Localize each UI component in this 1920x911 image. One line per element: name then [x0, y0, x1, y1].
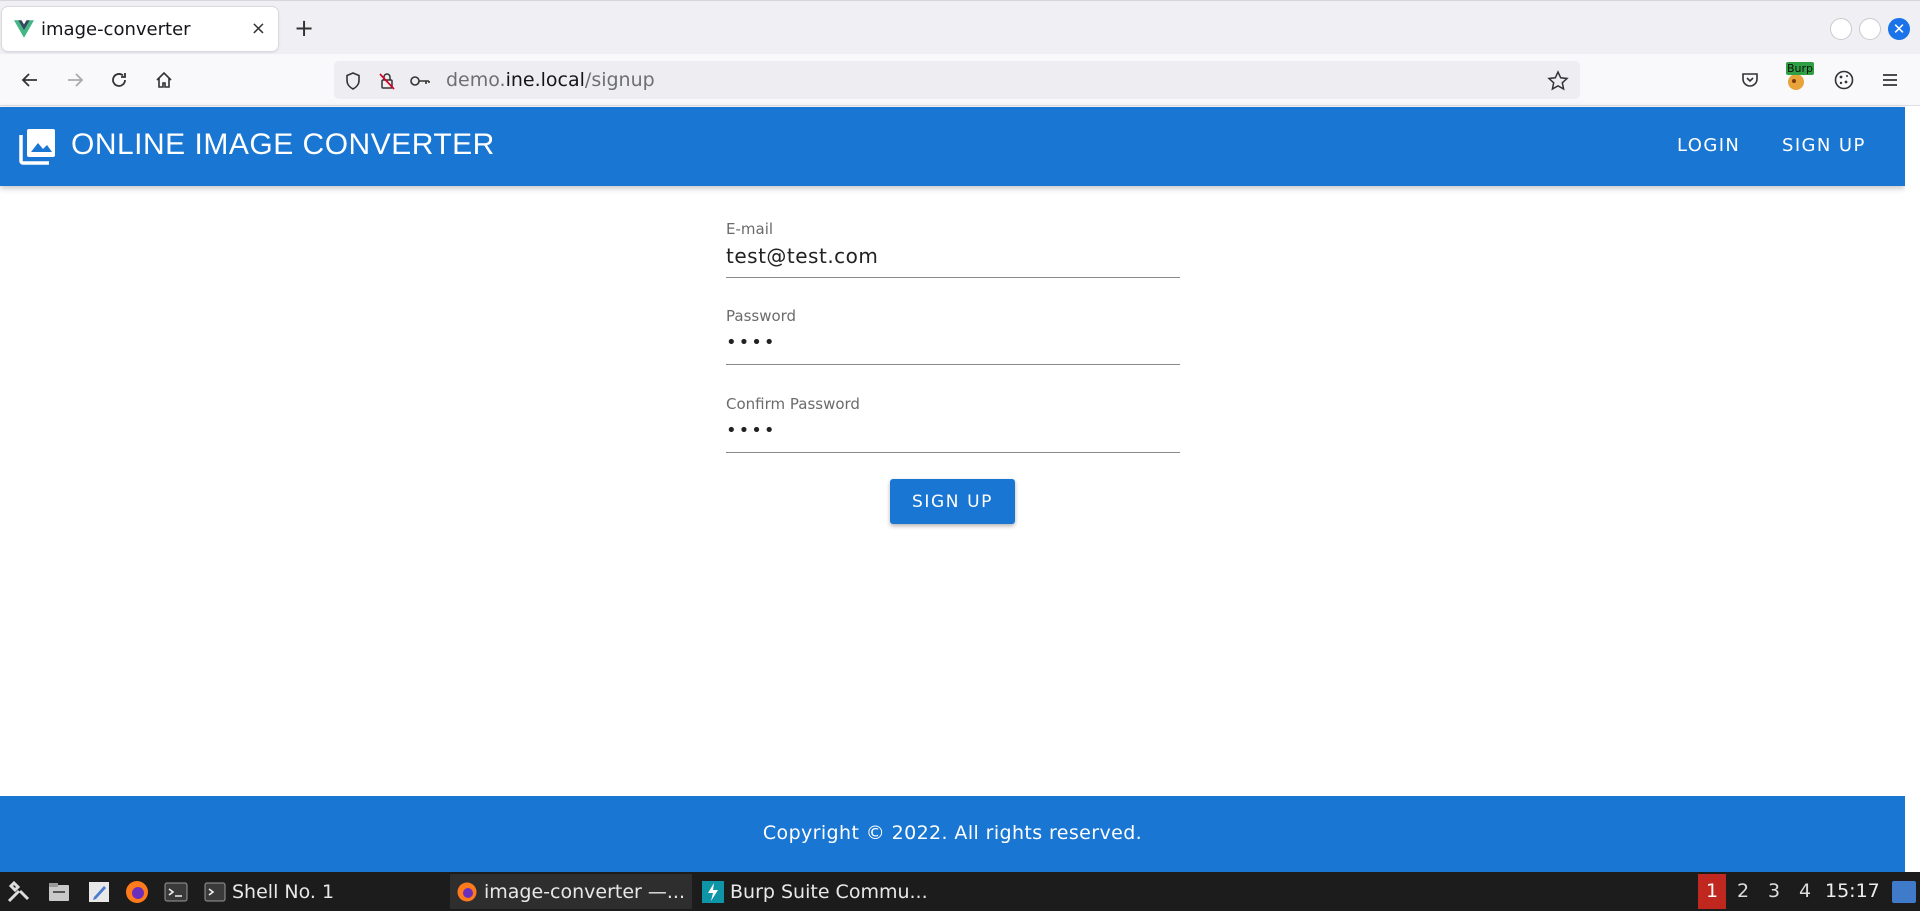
kali-menu-icon[interactable]: [6, 879, 32, 905]
confirm-password-label: Confirm Password: [726, 395, 860, 413]
workspace-1[interactable]: 1: [1698, 874, 1726, 909]
reload-icon: [112, 73, 126, 87]
taskbar-item-label: image-converter —...: [484, 880, 686, 903]
workspace-3[interactable]: 3: [1760, 874, 1788, 909]
tab-close-icon[interactable]: ×: [251, 18, 266, 40]
browser-toolbar: demo.ine.local/signup Burp: [0, 54, 1920, 106]
email-input[interactable]: test@test.com: [726, 244, 1180, 268]
taskbar-item-shell[interactable]: Shell No. 1: [204, 874, 444, 909]
workspace-2[interactable]: 2: [1729, 874, 1757, 909]
copyright-text: Copyright © 2022. All rights reserved.: [762, 822, 1143, 844]
confirm-password-input[interactable]: ••••: [726, 420, 1180, 441]
notification-icon[interactable]: [1892, 881, 1916, 903]
vue-logo-icon: [14, 20, 34, 38]
cookie-icon: [1834, 70, 1854, 90]
bookmark-star-icon[interactable]: [1547, 70, 1569, 92]
file-manager-icon[interactable]: [46, 879, 72, 905]
address-bar[interactable]: demo.ine.local/signup: [334, 61, 1580, 99]
window-minimize-button[interactable]: [1830, 18, 1852, 40]
key-icon[interactable]: [409, 70, 431, 92]
pocket-button[interactable]: [1736, 66, 1764, 94]
window-maximize-button[interactable]: [1859, 18, 1881, 40]
nav-signup-link[interactable]: SIGN UP: [1782, 135, 1866, 156]
cookie-extension-button[interactable]: [1830, 66, 1858, 94]
app-menu-button[interactable]: [1876, 66, 1904, 94]
confirm-password-field[interactable]: Confirm Password ••••: [726, 395, 1180, 453]
home-icon: [156, 71, 172, 88]
password-input[interactable]: ••••: [726, 332, 1180, 353]
nav-login-link[interactable]: LOGIN: [1677, 135, 1740, 156]
app-title: ONLINE IMAGE CONVERTER: [71, 128, 495, 161]
taskbar-item-label: Burp Suite Commu...: [730, 880, 928, 903]
taskbar-item-burp[interactable]: Burp Suite Commu...: [702, 874, 952, 909]
text-editor-icon[interactable]: [86, 879, 112, 905]
arrow-right-icon: [68, 73, 84, 87]
terminal-icon: [204, 882, 226, 901]
new-tab-button[interactable]: +: [294, 15, 314, 41]
os-taskbar: Shell No. 1 image-converter —... Burp Su…: [0, 872, 1920, 911]
taskbar-item-firefox[interactable]: image-converter —...: [450, 874, 692, 909]
arrow-left-icon: [21, 73, 37, 87]
firefox-icon: [457, 882, 477, 901]
image-gallery-icon: [19, 129, 55, 165]
page-scrollbar[interactable]: [1905, 107, 1920, 872]
password-field[interactable]: Password ••••: [726, 307, 1180, 365]
insecure-lock-icon[interactable]: [376, 70, 398, 92]
firefox-icon[interactable]: [124, 879, 150, 905]
taskbar-clock: 15:17: [1825, 880, 1880, 902]
back-button[interactable]: [16, 66, 44, 94]
burp-suite-icon: [702, 880, 724, 903]
forward-button[interactable]: [61, 66, 89, 94]
browser-tab-active[interactable]: image-converter ×: [2, 7, 278, 51]
url-text[interactable]: demo.ine.local/signup: [446, 69, 655, 91]
password-label: Password: [726, 307, 797, 325]
shield-icon[interactable]: [342, 70, 364, 92]
app-footer: Copyright © 2022. All rights reserved.: [0, 796, 1905, 872]
pocket-icon: [1742, 73, 1758, 87]
taskbar-item-label: Shell No. 1: [232, 880, 335, 903]
burp-label: Burp: [1786, 62, 1815, 75]
window-close-button[interactable]: ✕: [1888, 18, 1910, 40]
hamburger-menu-icon: [1883, 74, 1897, 86]
browser-tab-strip: image-converter × + ✕: [0, 0, 1920, 54]
signup-submit-button[interactable]: SIGN UP: [890, 479, 1015, 524]
workspace-4[interactable]: 4: [1791, 874, 1819, 909]
home-button[interactable]: [150, 66, 178, 94]
email-label: E-mail: [726, 220, 774, 238]
reload-button[interactable]: [105, 66, 133, 94]
terminal-icon[interactable]: [163, 879, 189, 905]
tab-title: image-converter: [41, 19, 191, 40]
email-field[interactable]: E-mail test@test.com: [726, 220, 1180, 278]
app-header: ONLINE IMAGE CONVERTER LOGIN SIGN UP: [0, 107, 1905, 186]
